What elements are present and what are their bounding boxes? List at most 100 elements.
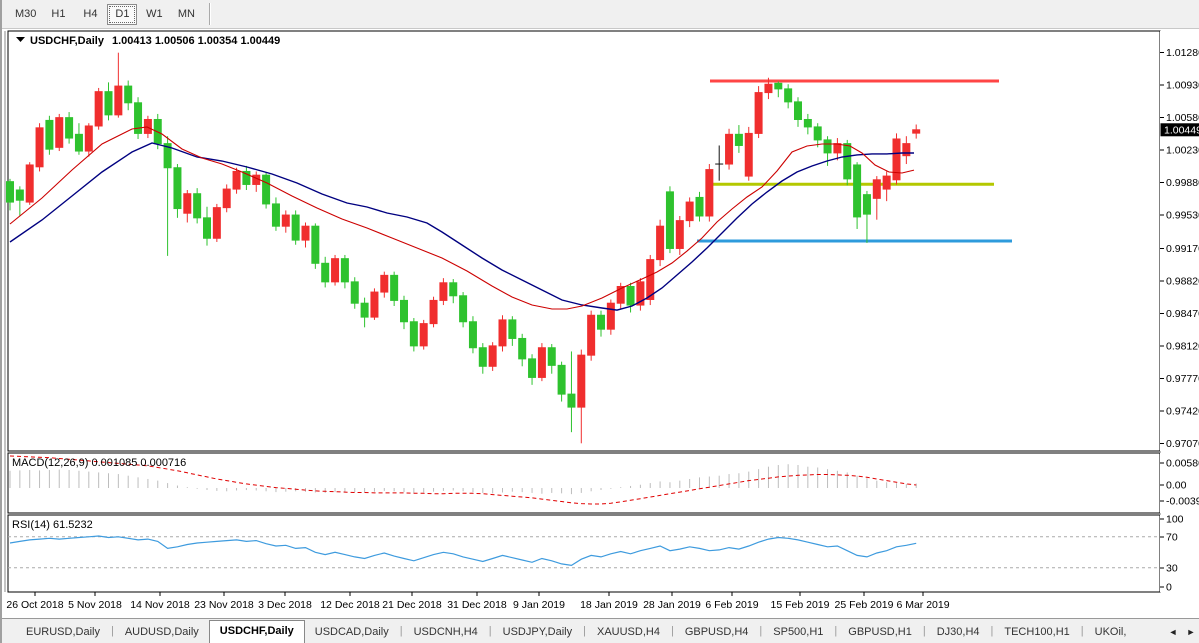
time-tick-label: 5 Nov 2018 <box>68 599 122 611</box>
chart-tab-gbpusd[interactable]: GBPUSD,H4 <box>675 623 759 643</box>
candle-body <box>124 85 133 104</box>
candle-body <box>882 175 891 190</box>
candle-body <box>675 220 684 249</box>
chart-tab-dj30[interactable]: DJ30,H4 <box>927 623 990 643</box>
time-tick-label: 12 Dec 2018 <box>320 599 380 611</box>
candle-body <box>656 225 665 261</box>
candle-body <box>35 127 44 168</box>
candle-body <box>301 225 310 241</box>
chart-tab-gbpusd[interactable]: GBPUSD,H1 <box>838 623 922 643</box>
price-tick-label: 0.99880 <box>1166 177 1199 189</box>
candle-body <box>912 129 921 134</box>
timeframe-button-h4[interactable]: H4 <box>75 4 105 25</box>
candle-body <box>813 126 822 141</box>
candle-body <box>74 133 83 152</box>
candle-body <box>203 217 211 239</box>
chart-tab-sp500[interactable]: SP500,H1 <box>763 623 833 643</box>
macd-tick-label: 0.005802 <box>1166 458 1199 470</box>
rsi-panel-axis-bg <box>1160 515 1199 592</box>
trading-terminal-window: M30H1H4D1W1MN 1.01280 1.00930 1.00580 1.002… <box>0 0 1199 643</box>
candle-body <box>577 354 586 408</box>
tab-scroll-controls: ◄ ► <box>1167 625 1197 639</box>
candle-body <box>626 285 635 306</box>
price-tick-label: 0.97070 <box>1166 438 1199 450</box>
candle-body <box>685 201 694 222</box>
candle-body <box>104 91 113 116</box>
chart-tab-usdchf[interactable]: USDCHF,Daily <box>208 620 305 643</box>
rsi-tick-label: 30 <box>1166 563 1178 575</box>
chart-tab-usdjpy[interactable]: USDJPY,Daily <box>493 623 583 643</box>
candle-body <box>537 347 546 378</box>
candle-body <box>65 117 74 139</box>
rsi-tick-label: 70 <box>1166 532 1178 544</box>
candle-body <box>872 179 881 199</box>
macd-tick-label: -0.003945 <box>1166 496 1199 508</box>
candle-body <box>853 164 862 218</box>
time-tick-label: 15 Feb 2019 <box>771 599 830 611</box>
candle-body <box>518 337 527 360</box>
timeframe-button-w1[interactable]: W1 <box>139 4 169 25</box>
candle-body <box>370 291 379 318</box>
candle-body <box>606 302 615 330</box>
price-tick-label: 1.00580 <box>1166 112 1199 124</box>
time-tick-label: 26 Oct 2018 <box>6 599 63 611</box>
timeframe-button-m30[interactable]: M30 <box>10 4 41 25</box>
chart-tab-eurusd[interactable]: EURUSD,Daily <box>16 623 110 643</box>
price-tick-label: 0.99530 <box>1166 210 1199 222</box>
candle-body <box>429 299 438 325</box>
chart-tab-usdcad[interactable]: USDCAD,Daily <box>305 623 399 643</box>
candle-body <box>449 282 458 297</box>
candle-body <box>833 143 842 154</box>
tab-scroll-right[interactable]: ► <box>1185 625 1197 639</box>
chart-canvas[interactable]: 1.01280 1.00930 1.00580 1.00230 0.99880 0.995… <box>2 29 1199 618</box>
price-tick-label: 0.99170 <box>1166 243 1199 255</box>
candle-body <box>547 347 556 366</box>
candle-body <box>114 85 123 116</box>
rsi-panel[interactable] <box>7 514 1161 593</box>
candle-body <box>419 323 428 347</box>
price-tick-label: 0.98820 <box>1166 275 1199 287</box>
candle-body <box>528 358 537 378</box>
time-tick-label: 14 Nov 2018 <box>130 599 190 611</box>
candle-body <box>725 133 734 165</box>
rsi-tick-label: 100 <box>1166 514 1184 526</box>
candle-body <box>25 164 34 203</box>
candle-body <box>557 364 566 395</box>
candle-body <box>390 274 399 301</box>
timeframe-button-d1[interactable]: D1 <box>107 3 138 25</box>
candle-body <box>695 196 704 217</box>
time-tick-label: 25 Feb 2019 <box>835 599 894 611</box>
price-tick-label: 1.01280 <box>1166 47 1199 59</box>
candle-body <box>173 167 182 210</box>
time-tick-label: 31 Dec 2018 <box>447 599 507 611</box>
candle-body <box>823 139 832 154</box>
timeframe-button-h1[interactable]: H1 <box>43 4 73 25</box>
price-tick-label: 0.97420 <box>1166 405 1199 417</box>
candle-body <box>488 345 497 367</box>
candle-body <box>331 258 340 283</box>
candle-body <box>587 314 596 356</box>
chart-tab-ukoil[interactable]: UKOil, <box>1085 623 1137 643</box>
candle-body <box>665 191 674 249</box>
candle-body <box>232 170 241 190</box>
candle-body <box>754 92 763 134</box>
candle-body <box>892 138 901 181</box>
candle-body <box>734 133 743 146</box>
tab-scroll-left[interactable]: ◄ <box>1167 625 1179 639</box>
candle-body <box>94 91 103 127</box>
time-tick-label: 6 Feb 2019 <box>705 599 758 611</box>
candle-body <box>902 143 911 157</box>
candle-body <box>567 393 576 408</box>
chart-tab-tech100[interactable]: TECH100,H1 <box>994 623 1079 643</box>
chart-tab-xauusd[interactable]: XAUUSD,H4 <box>587 623 670 643</box>
price-tick-label: 1.00230 <box>1166 145 1199 157</box>
rsi-label: RSI(14) 61.5232 <box>12 519 93 531</box>
chart-tab-usdcnh[interactable]: USDCNH,H4 <box>404 623 488 643</box>
chart-title-ohlc: 1.00413 1.00506 1.00354 1.00449 <box>112 35 280 47</box>
time-tick-label: 28 Jan 2019 <box>643 599 701 611</box>
timeframe-toolbar: M30 H1 H4 D1 W1 MN <box>2 0 1199 29</box>
current-price-tag-label: 1.00449 <box>1164 124 1199 136</box>
timeframe-button-mn[interactable]: MN <box>171 4 201 25</box>
chart-tab-audusd[interactable]: AUDUSD,Daily <box>115 623 209 643</box>
candle-body <box>803 118 812 128</box>
